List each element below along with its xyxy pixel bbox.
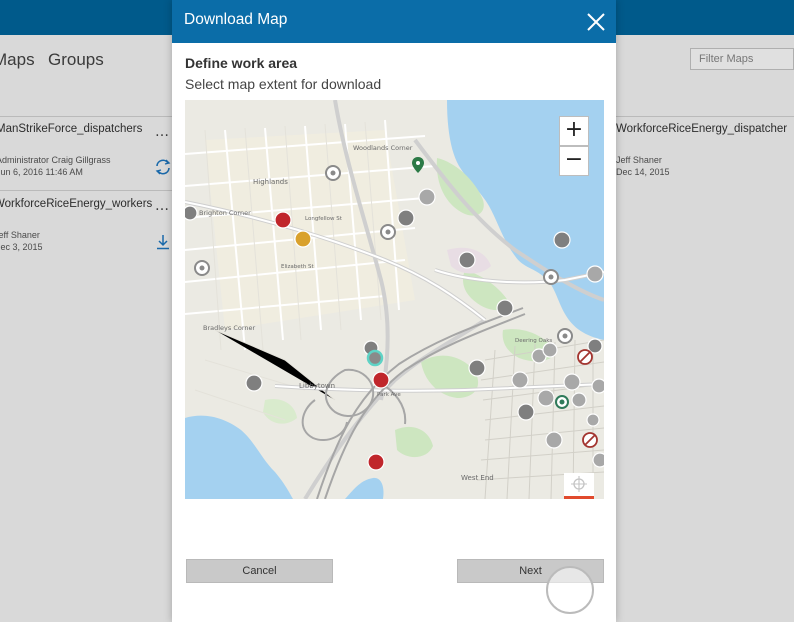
map-marker[interactable] xyxy=(553,231,571,249)
work-area-subheading: Select map extent for download xyxy=(185,76,382,92)
map-canvas[interactable]: Woodlands Corner Highlands Brighton Corn… xyxy=(185,100,604,499)
map-marker[interactable] xyxy=(458,251,476,269)
map-label: West End xyxy=(461,474,494,482)
map-view[interactable]: Woodlands Corner Highlands Brighton Corn… xyxy=(185,100,604,499)
map-marker[interactable] xyxy=(468,359,486,377)
map-marker[interactable] xyxy=(185,205,198,221)
map-marker[interactable] xyxy=(496,299,514,317)
locate-button[interactable] xyxy=(564,473,594,499)
map-marker[interactable] xyxy=(586,265,604,283)
map-label: Woodlands Corner xyxy=(353,144,413,152)
dialog-title: Download Map xyxy=(184,11,288,28)
map-label: Park Ave xyxy=(377,392,401,398)
map-marker[interactable] xyxy=(366,349,384,367)
map-marker[interactable] xyxy=(586,413,600,427)
touch-indicator xyxy=(546,566,594,614)
map-marker[interactable] xyxy=(591,378,604,394)
download-map-dialog: Download Map Define work area Select map… xyxy=(172,0,616,622)
map-marker[interactable] xyxy=(397,209,415,227)
map-label: Highlands xyxy=(253,178,288,186)
crosshair-icon xyxy=(571,476,587,492)
map-label: Deering Oaks xyxy=(515,338,552,344)
close-icon[interactable] xyxy=(584,10,608,34)
map-marker[interactable] xyxy=(592,452,604,468)
map-marker[interactable] xyxy=(537,389,555,407)
map-label: Brighton Corner xyxy=(199,209,251,217)
zoom-in-button[interactable]: + xyxy=(559,116,589,146)
map-label: Libbytown xyxy=(299,382,335,390)
map-marker[interactable] xyxy=(542,342,558,358)
map-marker[interactable] xyxy=(245,374,263,392)
map-label: Longfellow St xyxy=(305,216,343,222)
map-marker[interactable] xyxy=(517,403,535,421)
map-marker[interactable] xyxy=(418,188,436,206)
map-label: Elizabeth St xyxy=(281,264,315,270)
map-marker[interactable] xyxy=(587,338,603,354)
zoom-out-button[interactable]: − xyxy=(559,146,589,176)
work-area-heading: Define work area xyxy=(185,55,298,71)
map-marker[interactable] xyxy=(563,373,581,391)
map-marker[interactable] xyxy=(274,211,292,229)
map-marker[interactable] xyxy=(294,230,312,248)
dialog-header: Download Map xyxy=(172,0,616,43)
map-marker[interactable] xyxy=(545,431,563,449)
map-marker[interactable] xyxy=(571,392,587,408)
map-marker[interactable] xyxy=(372,371,390,389)
map-marker[interactable] xyxy=(511,371,529,389)
cancel-button[interactable]: Cancel xyxy=(186,559,333,583)
map-label: Bradleys Corner xyxy=(203,324,256,332)
map-marker[interactable] xyxy=(367,453,385,471)
